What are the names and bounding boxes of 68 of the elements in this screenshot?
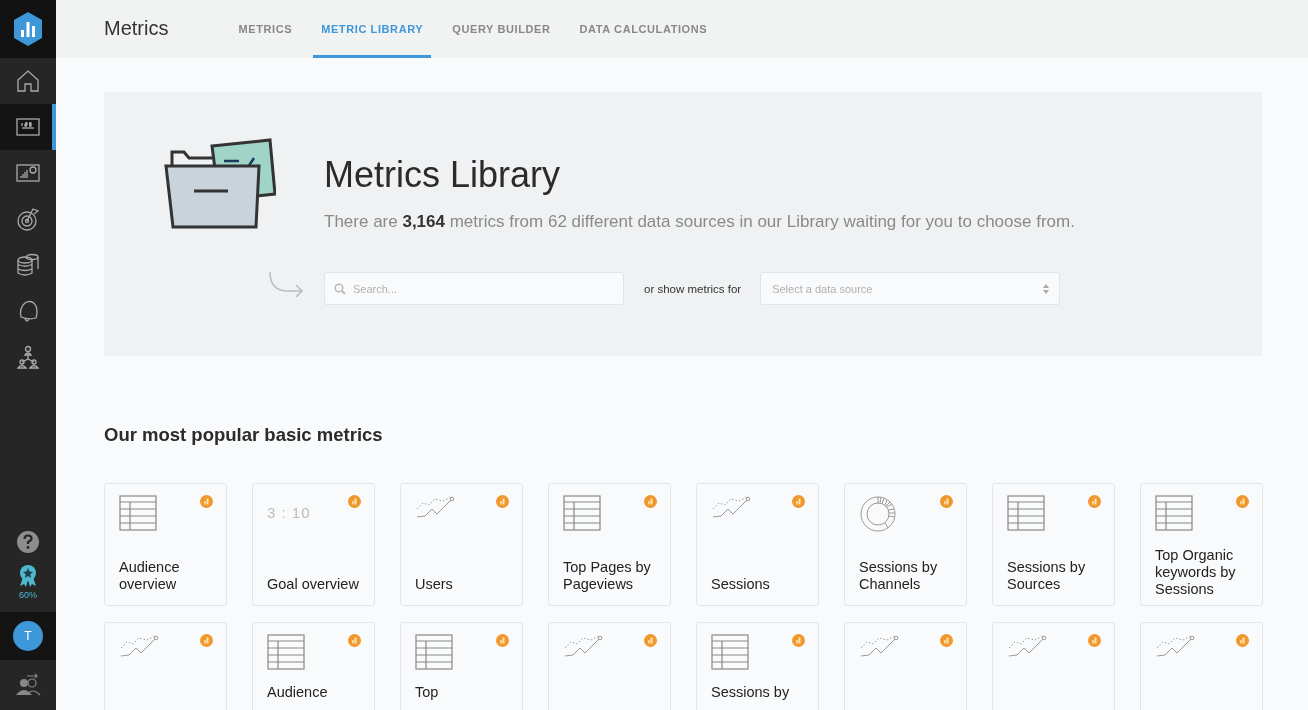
award-icon[interactable] [18,564,38,588]
table-icon [267,634,305,670]
data-source-badge-icon [496,634,509,647]
metric-card[interactable]: Users [400,483,523,606]
line-chart-icon [1155,634,1195,658]
data-source-badge-icon [348,495,361,508]
line-chart-icon [415,495,455,519]
metric-name: Sessions [711,576,771,593]
data-source-badge-icon [200,634,213,647]
metric-name: Audience [267,684,329,701]
metric-card[interactable]: Top Pages by Pageviews [548,483,671,606]
data-source-badge-icon [940,634,953,647]
metric-card[interactable]: Audience [252,622,375,710]
metric-name: Sessions by Sources [1007,559,1087,593]
data-source-badge-icon [1088,495,1101,508]
data-source-badge-icon [940,495,953,508]
metric-card[interactable]: Top [400,622,523,710]
table-icon [711,634,749,670]
metric-card[interactable]: Audience overview [104,483,227,606]
section-heading: Our most popular basic metrics [104,424,384,446]
sort-arrows-icon [1043,283,1050,294]
library-description: There are 3,164 metrics from 62 different data sources in our Library waiting for you to choose from. [324,212,1075,232]
data-source-badge-icon [792,634,805,647]
data-source-badge-icon [200,495,213,508]
metric-name: Top Pages by Pageviews [563,559,652,593]
line-chart-icon [859,634,899,658]
search-icon [334,283,346,295]
help-icon[interactable] [16,530,40,554]
table-icon [563,495,601,531]
data-source-badge-icon [496,495,509,508]
filter-label: or show metrics for [644,282,742,295]
data-source-badge-icon [348,634,361,647]
metric-name: Sessions by Channels [859,559,939,593]
table-icon [1155,495,1193,531]
library-title: Metrics Library [324,154,562,196]
switch-user-icon[interactable] [15,672,41,696]
number-preview: 3 : 10 [267,504,311,521]
data-source-badge-icon [644,495,657,508]
metric-card[interactable]: 3 : 10 Goal overview [252,483,375,606]
line-chart-icon [119,634,159,658]
numbers-icon[interactable] [0,104,56,150]
page-title: Metrics [104,16,169,40]
line-chart-icon [711,495,751,519]
progress-percent: 60% [19,590,37,600]
metric-card[interactable]: Sessions by [696,622,819,710]
data-source-badge-icon [644,634,657,647]
metric-name: Users [415,576,454,593]
data-source-badge-icon [1236,634,1249,647]
donut-chart-icon [859,495,897,533]
metric-name: Top Organic keywords by Sessions [1155,547,1237,598]
line-chart-icon [1007,634,1047,658]
metric-name: Top [415,684,440,701]
metric-card[interactable]: Sessions by Sources [992,483,1115,606]
search-field[interactable]: Search... [324,272,624,305]
metric-name: Audience overview [119,559,181,593]
table-icon [119,495,157,531]
line-chart-icon [563,634,603,658]
logo-icon[interactable] [0,0,56,58]
data-source-badge-icon [1236,495,1249,508]
metric-card[interactable]: Top Organic keywords by Sessions [1140,483,1263,606]
table-icon [415,634,453,670]
metric-name: Sessions by [711,684,791,701]
data-source-badge-icon [792,495,805,508]
table-icon [1007,495,1045,531]
metric-name: Goal overview [267,576,360,593]
data-source-badge-icon [1088,634,1101,647]
metric-card[interactable]: Sessions [696,483,819,606]
metric-card[interactable]: Sessions by Channels [844,483,967,606]
